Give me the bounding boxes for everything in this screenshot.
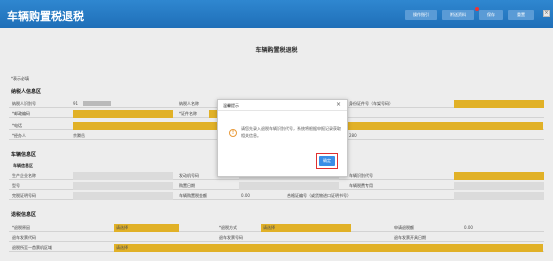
attached-materials-button[interactable]: 附送资料 xyxy=(442,10,474,20)
dialog-header: 温馨提示 × xyxy=(218,100,347,111)
dialog-title: 温馨提示 xyxy=(223,103,239,108)
ok-button-highlight: 确定 xyxy=(316,153,338,169)
app-title: 车辆购置税退税 xyxy=(7,10,84,23)
alert-dialog: 温馨提示 × ! 请您先录入退税车辆识别代号，系统将根据申报记录获取相关信息。 … xyxy=(217,99,348,177)
dialog-message: 请您先录入退税车辆识别代号，系统将根据申报记录获取相关信息。 xyxy=(241,126,341,138)
reset-button[interactable]: 重置 xyxy=(508,10,534,20)
warning-icon: ! xyxy=(229,129,237,137)
dialog-close-icon[interactable]: × xyxy=(336,102,341,108)
save-button[interactable]: 保存 xyxy=(479,10,503,20)
window-close-icon[interactable]: × xyxy=(543,10,550,17)
top-bar: 车辆购置税退税 操作指引 附送资料 保存 重置 × xyxy=(0,0,553,28)
ok-button[interactable]: 确定 xyxy=(319,156,335,166)
operation-guide-button[interactable]: 操作指引 xyxy=(405,10,437,20)
